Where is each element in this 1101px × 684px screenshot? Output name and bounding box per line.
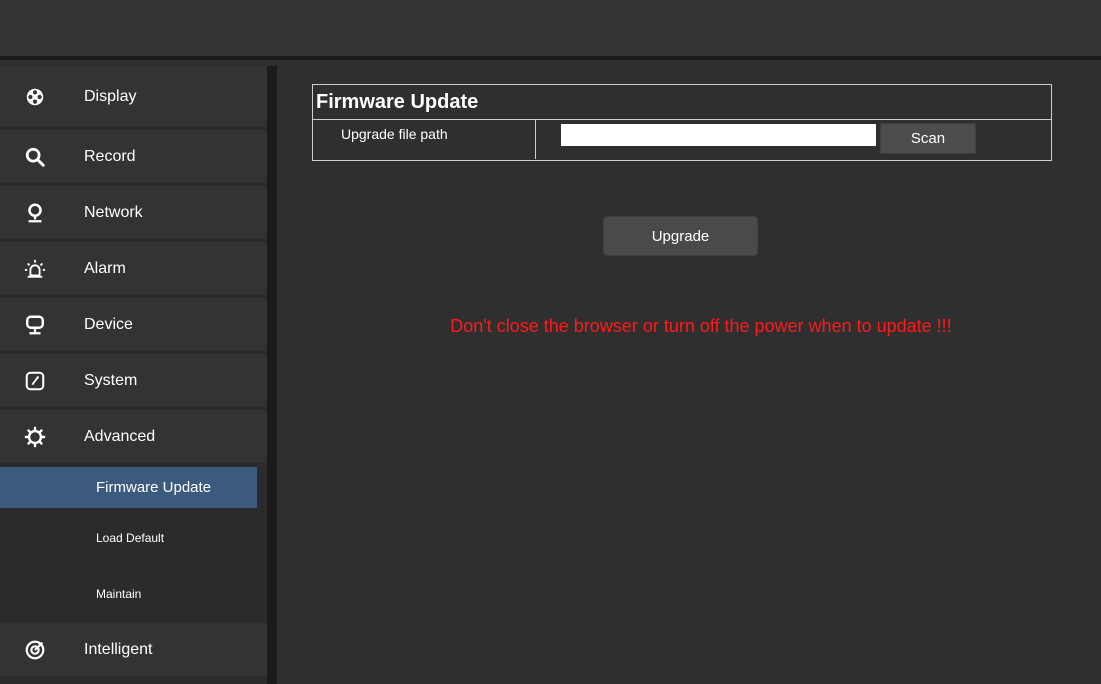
monitor-icon [0, 314, 70, 336]
upgrade-button[interactable]: Upgrade [603, 216, 758, 256]
sidebar-item-label: Advanced [84, 427, 156, 445]
sidebar-item-advanced[interactable]: Advanced [0, 410, 267, 463]
sidebar-item-label: Alarm [84, 259, 126, 277]
sidebar-item-display[interactable]: Display [0, 66, 267, 127]
sidebar-item-label: System [84, 371, 138, 389]
upgrade-path-field: Scan [536, 120, 1051, 159]
sidebar-item-label: Record [84, 147, 136, 165]
gear-icon [0, 426, 70, 448]
search-icon [0, 146, 70, 168]
main-content: Firmware Update Upgrade file path Scan U… [287, 66, 1101, 684]
system-gauge-icon [0, 370, 70, 392]
sidebar-subitem-maintain[interactable]: Maintain [0, 567, 267, 620]
alarm-light-icon [0, 258, 70, 280]
sidebar-item-label: Device [84, 315, 133, 333]
sidebar-subitem-firmware-update[interactable]: Firmware Update [0, 467, 257, 508]
sidebar-item-device[interactable]: Device [0, 298, 267, 351]
sidebar-subitem-load-default[interactable]: Load Default [0, 511, 267, 564]
upgrade-path-label: Upgrade file path [313, 120, 536, 159]
sidebar-item-label: Display [84, 87, 137, 105]
target-icon [0, 639, 70, 661]
sidebar-item-alarm[interactable]: Alarm [0, 242, 267, 295]
firmware-panel: Firmware Update Upgrade file path Scan [312, 84, 1052, 161]
scan-button[interactable]: Scan [880, 123, 976, 154]
sidebar-item-label: Intelligent [84, 640, 153, 658]
sidebar-item-network[interactable]: Network [0, 186, 267, 239]
top-bar [0, 0, 1101, 60]
upgrade-path-row: Upgrade file path Scan [313, 120, 1051, 159]
sidebar-item-record[interactable]: Record [0, 130, 267, 183]
sidebar-item-system[interactable]: System [0, 354, 267, 407]
sidebar-item-intelligent[interactable]: Intelligent [0, 623, 267, 676]
location-pin-icon [0, 202, 70, 224]
page-title: Firmware Update [313, 85, 1051, 120]
display-icon [0, 86, 70, 108]
upgrade-file-path-input[interactable] [561, 124, 876, 146]
sidebar: Display Record Network Alarm Device Syst… [0, 66, 277, 684]
sidebar-item-label: Network [84, 203, 143, 221]
update-warning-text: Don't close the browser or turn off the … [450, 316, 952, 336]
